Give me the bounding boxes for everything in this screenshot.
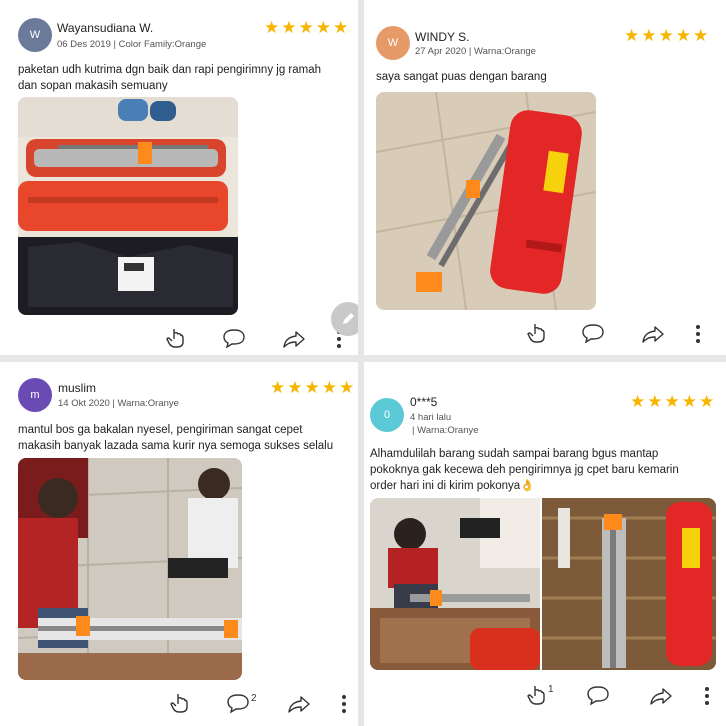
star-rating: ★★★★★ bbox=[264, 18, 351, 37]
comment-icon bbox=[582, 324, 604, 343]
like-hand-icon bbox=[527, 686, 545, 705]
comment-icon bbox=[227, 694, 249, 713]
review-meta: 06 Des 2019 | Color Family:Orange bbox=[57, 39, 207, 50]
review-photo[interactable] bbox=[18, 458, 242, 680]
photo-tile-cutter-red-case bbox=[376, 92, 596, 310]
review-text-line: pokoknya gak kecewa deh pengirimnya jg c… bbox=[370, 464, 679, 476]
comment-icon bbox=[587, 686, 609, 705]
review-text-line: order hari ini di kirim pokonya👌 bbox=[370, 480, 535, 492]
like-hand-icon bbox=[170, 694, 188, 713]
reviewer-name: WINDY S. bbox=[415, 30, 470, 44]
review-text-line: dan sopan makasih semuany bbox=[18, 80, 168, 92]
comment-button[interactable] bbox=[581, 323, 605, 343]
review-text-line: saya sangat puas dengan barang bbox=[376, 71, 547, 83]
share-icon bbox=[283, 331, 305, 348]
like-button[interactable] bbox=[170, 692, 190, 714]
share-icon bbox=[650, 688, 672, 705]
like-button[interactable]: 1 bbox=[527, 684, 554, 706]
review-photo[interactable] bbox=[376, 92, 596, 310]
like-hand-icon bbox=[527, 324, 545, 343]
comment-button[interactable] bbox=[222, 328, 246, 348]
review-text: mantul bos ga bakalan nyesel, pengiriman… bbox=[18, 422, 333, 454]
share-button[interactable] bbox=[649, 686, 673, 706]
more-icon bbox=[342, 695, 346, 713]
review-text-line: paketan udh kutrima dgn baik dan rapi pe… bbox=[18, 64, 322, 76]
photo-man-with-cutter bbox=[370, 498, 540, 670]
review-text: Alhamdulilah barang sudah sampai barang … bbox=[370, 446, 679, 494]
avatar: W bbox=[18, 18, 52, 52]
review-photo-1[interactable] bbox=[370, 498, 540, 670]
comment-count: 2 bbox=[251, 693, 257, 704]
comment-button[interactable] bbox=[586, 685, 610, 705]
review-card-4: 0 0***5 4 hari lalu | Warna:Oranye ★★★★★… bbox=[364, 362, 726, 726]
review-text-line: mantul bos ga bakalan nyesel, pengiriman… bbox=[18, 424, 303, 436]
share-icon bbox=[288, 696, 310, 713]
like-count: 1 bbox=[548, 684, 554, 695]
edit-fab[interactable] bbox=[331, 302, 358, 336]
share-button[interactable] bbox=[287, 694, 311, 714]
more-icon bbox=[705, 687, 709, 705]
share-button[interactable] bbox=[641, 324, 665, 344]
avatar: m bbox=[18, 378, 52, 412]
photo-tile-cutter-case bbox=[18, 97, 238, 315]
review-card-3: m muslim 14 Okt 2020 | Warna:Oranye ★★★★… bbox=[0, 362, 358, 726]
review-date: 4 hari lalu bbox=[410, 412, 452, 423]
avatar: W bbox=[376, 26, 410, 60]
share-icon bbox=[642, 326, 664, 343]
review-text: paketan udh kutrima dgn baik dan rapi pe… bbox=[18, 62, 321, 94]
photo-cutter-on-carpet bbox=[542, 498, 716, 670]
like-hand-icon bbox=[166, 329, 184, 348]
star-rating: ★★★★★ bbox=[270, 378, 357, 397]
review-text-line: Alhamdulilah barang sudah sampai barang … bbox=[370, 448, 659, 460]
review-text: saya sangat puas dengan barang bbox=[376, 69, 547, 85]
avatar: 0 bbox=[370, 398, 404, 432]
comment-button[interactable]: 2 bbox=[226, 693, 257, 713]
share-button[interactable] bbox=[282, 329, 306, 349]
more-button[interactable] bbox=[341, 694, 347, 714]
more-icon bbox=[696, 325, 700, 343]
like-button[interactable] bbox=[166, 327, 186, 349]
review-text-line: makasih banyak lazada sama kurir nya sem… bbox=[18, 440, 334, 452]
edit-icon bbox=[343, 313, 354, 324]
review-photo-2[interactable] bbox=[542, 498, 716, 670]
review-variant: | Warna:Oranye bbox=[412, 425, 479, 436]
more-button[interactable] bbox=[704, 686, 710, 706]
like-button[interactable] bbox=[527, 322, 547, 344]
reviewer-name: Wayansudiana W. bbox=[57, 21, 154, 35]
review-card-1: W Wayansudiana W. 06 Des 2019 | Color Fa… bbox=[0, 0, 358, 355]
review-meta: 14 Okt 2020 | Warna:Oranye bbox=[58, 398, 179, 409]
comment-icon bbox=[223, 329, 245, 348]
star-rating: ★★★★★ bbox=[630, 392, 717, 411]
more-button[interactable] bbox=[695, 324, 701, 344]
review-meta: 27 Apr 2020 | Warna:Orange bbox=[415, 46, 536, 57]
review-card-2: W WINDY S. 27 Apr 2020 | Warna:Orange ★★… bbox=[364, 0, 726, 355]
star-rating: ★★★★★ bbox=[624, 26, 711, 45]
reviewer-name: muslim bbox=[58, 381, 96, 395]
photo-people-cutting-tile bbox=[18, 458, 242, 680]
reviewer-name: 0***5 bbox=[410, 395, 438, 409]
review-photo[interactable] bbox=[18, 97, 238, 315]
